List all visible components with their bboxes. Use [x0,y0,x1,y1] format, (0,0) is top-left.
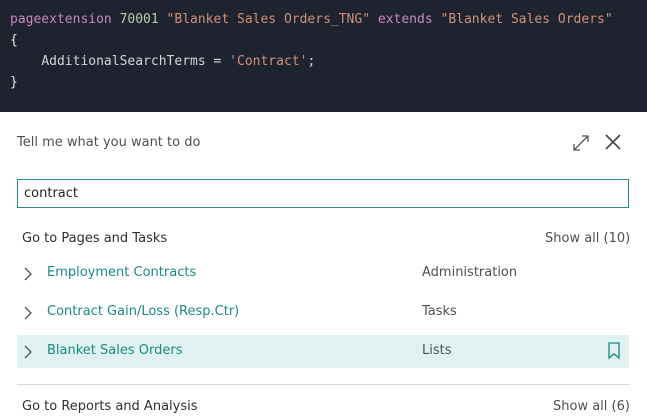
tell-me-panel: Tell me what you want to do Go to Pages … [0,112,647,418]
pages-show-all-link[interactable]: Show all (10) [545,231,630,246]
code-string: "Blanket Sales Orders" [440,12,613,27]
code-keyword: pageextension [10,12,112,27]
pages-section-header: Go to Pages and Tasks [22,231,168,246]
result-category: Tasks [422,304,457,319]
panel-title: Tell me what you want to do [17,135,201,150]
section-divider [17,384,629,385]
code-keyword: extends [377,12,433,27]
result-row-contract-gain-loss[interactable]: Contract Gain/Loss (Resp.Ctr) Tasks [17,296,629,329]
bookmark-icon[interactable] [607,342,621,360]
code-string: 'Contract' [229,54,308,69]
chevron-right-icon [24,345,32,359]
code-line-4: } [10,75,18,90]
code-editor: pageextension 70001 "Blanket Sales Order… [0,0,647,112]
code-operator: = [205,54,230,69]
code-line-3: AdditionalSearchTerms = 'Contract'; [10,51,637,72]
result-name[interactable]: Employment Contracts [47,265,196,280]
chevron-right-icon [24,306,32,320]
search-input[interactable] [17,179,629,208]
code-number: 70001 [119,12,159,27]
code-line-1: pageextension 70001 "Blanket Sales Order… [10,9,637,30]
result-name[interactable]: Blanket Sales Orders [47,343,182,358]
expand-icon[interactable] [572,134,590,152]
code-string: "Blanket Sales Orders_TNG" [166,12,371,27]
code-identifier: AdditionalSearchTerms [41,54,206,69]
result-name[interactable]: Contract Gain/Loss (Resp.Ctr) [47,304,239,319]
code-semicolon: ; [307,54,316,69]
close-icon[interactable] [603,132,623,152]
result-row-blanket-sales-orders[interactable]: Blanket Sales Orders Lists [17,335,629,368]
chevron-right-icon [24,267,32,281]
result-row-employment-contracts[interactable]: Employment Contracts Administration [17,257,629,290]
code-line-2: { [10,33,18,48]
reports-section-header: Go to Reports and Analysis [22,399,198,414]
reports-show-all-link[interactable]: Show all (6) [553,399,630,414]
result-category: Administration [422,265,518,280]
result-category: Lists [422,343,452,358]
